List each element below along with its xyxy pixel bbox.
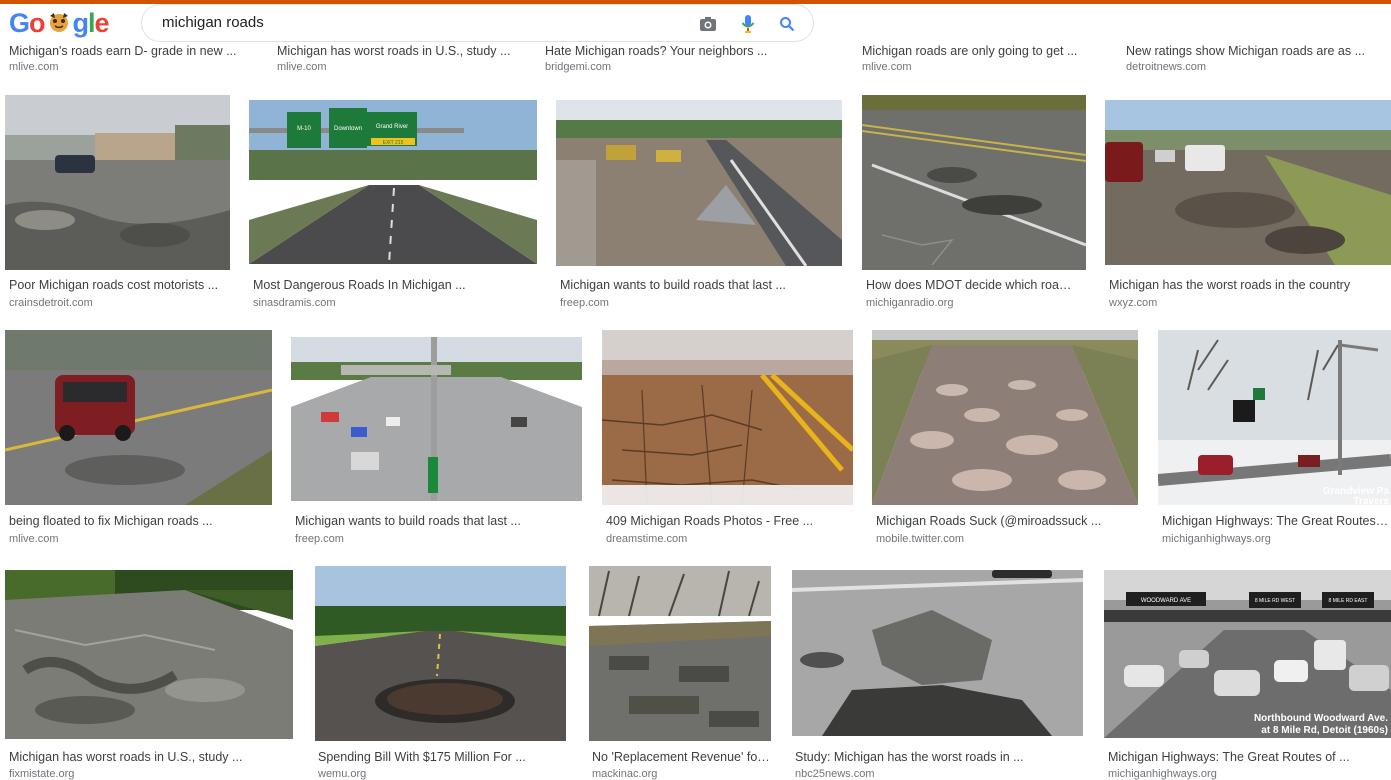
result-title[interactable]: Michigan Highways: The Great Routes of .… [1162, 514, 1391, 528]
logo-letter: o [29, 8, 45, 38]
result-source[interactable]: detroitnews.com [1126, 61, 1206, 73]
result-title[interactable]: Michigan has worst roads in U.S., study … [277, 44, 517, 58]
logo-letter: G [9, 8, 30, 38]
result-image[interactable] [556, 100, 842, 266]
result-title[interactable]: Michigan wants to build roads that last … [560, 278, 790, 292]
result-source[interactable]: crainsdetroit.com [9, 297, 93, 309]
result-title[interactable]: Michigan Highways: The Great Routes of .… [1108, 750, 1378, 764]
header: Go gle michigan roads [0, 4, 1391, 44]
result-source[interactable]: mobile.twitter.com [876, 533, 964, 545]
result-source[interactable]: fixmistate.org [9, 768, 74, 780]
result-source[interactable]: mackinac.org [592, 768, 657, 780]
result-image[interactable] [872, 330, 1138, 505]
svg-text:at 8 Mile Rd, Detoit (1960s): at 8 Mile Rd, Detoit (1960s) [1261, 725, 1388, 736]
result-source[interactable]: mlive.com [277, 61, 327, 73]
result-source[interactable]: mlive.com [9, 533, 59, 545]
result-source[interactable]: freep.com [560, 297, 609, 309]
result-title[interactable]: Michigan's roads earn D- grade in new ..… [9, 44, 239, 58]
svg-text:8 MILE RD WEST: 8 MILE RD WEST [1255, 598, 1295, 604]
result-title[interactable]: Most Dangerous Roads In Michigan ... [253, 278, 483, 292]
result-title[interactable]: Hate Michigan roads? Your neighbors ... [545, 44, 785, 58]
result-title[interactable]: Poor Michigan roads cost motorists ... [9, 278, 229, 292]
logo-letter: e [94, 8, 110, 38]
doodle-icon [45, 11, 73, 35]
svg-text:Travers: Travers [1353, 496, 1389, 505]
result-image[interactable] [5, 330, 272, 505]
result-source[interactable]: michiganradio.org [866, 297, 953, 309]
microphone-icon[interactable] [736, 12, 760, 36]
result-source[interactable]: sinasdramis.com [253, 297, 336, 309]
search-box[interactable]: michigan roads [141, 4, 814, 42]
result-title[interactable]: Michigan has the worst roads in the coun… [1109, 278, 1379, 292]
result-title[interactable]: Michigan Roads Suck (@miroadssuck ... [876, 514, 1136, 528]
result-title[interactable]: New ratings show Michigan roads are as .… [1126, 44, 1376, 58]
svg-text:EXIT 215: EXIT 215 [383, 140, 404, 146]
result-source[interactable]: wemu.org [318, 768, 366, 780]
result-image[interactable] [862, 95, 1086, 270]
result-source[interactable]: bridgemi.com [545, 61, 611, 73]
result-image[interactable] [5, 95, 230, 270]
result-image[interactable] [5, 570, 293, 739]
svg-text:Northbound Woodward Ave.: Northbound Woodward Ave. [1254, 713, 1388, 724]
result-image[interactable] [589, 566, 771, 741]
svg-text:Downtown: Downtown [334, 126, 362, 132]
result-title[interactable]: How does MDOT decide which roads t... [866, 278, 1078, 292]
result-source[interactable]: michiganhighways.org [1162, 533, 1271, 545]
svg-text:8 MILE RD EAST: 8 MILE RD EAST [1329, 598, 1368, 604]
svg-text:WOODWARD AVE: WOODWARD AVE [1141, 598, 1191, 604]
logo-letter: g [72, 8, 89, 38]
result-title[interactable]: Spending Bill With $175 Million For ... [318, 750, 568, 764]
search-icon[interactable] [775, 12, 799, 36]
camera-icon[interactable] [696, 12, 720, 36]
result-image[interactable] [315, 566, 566, 741]
search-input[interactable]: michigan roads [162, 14, 264, 31]
result-source[interactable]: wxyz.com [1109, 297, 1157, 309]
result-source[interactable]: freep.com [295, 533, 344, 545]
result-source[interactable]: mlive.com [862, 61, 912, 73]
result-title[interactable]: Michigan has worst roads in U.S., study … [9, 750, 289, 764]
result-source[interactable]: nbc25news.com [795, 768, 875, 780]
result-title[interactable]: Michigan roads are only going to get ... [862, 44, 1092, 58]
google-doodle-logo[interactable]: Go gle [9, 8, 110, 39]
result-image[interactable] [792, 570, 1083, 736]
result-source[interactable]: dreamstime.com [606, 533, 687, 545]
svg-text:Grand River: Grand River [376, 124, 408, 130]
result-image[interactable]: WOODWARD AVE 8 MILE RD WEST 8 MILE RD EA… [1104, 570, 1391, 738]
result-source[interactable]: michiganhighways.org [1108, 768, 1217, 780]
result-title[interactable]: 409 Michigan Roads Photos - Free ... [606, 514, 846, 528]
svg-text:M-10: M-10 [297, 126, 311, 132]
result-title[interactable]: Michigan wants to build roads that last … [295, 514, 555, 528]
result-image[interactable] [1105, 100, 1391, 265]
result-title[interactable]: Study: Michigan has the worst roads in .… [795, 750, 1055, 764]
result-image[interactable] [291, 337, 582, 501]
result-title[interactable]: being floated to fix Michigan roads ... [9, 514, 269, 528]
result-image[interactable]: Grandview Pa Travers [1158, 330, 1391, 505]
result-image[interactable]: M-10 Downtown Grand River EXIT 215 [249, 100, 537, 264]
top-partial-row: Michigan's roads earn D- grade in new ..… [0, 44, 1391, 80]
result-source[interactable]: mlive.com [9, 61, 59, 73]
result-title[interactable]: No 'Replacement Revenue' for ... [592, 750, 772, 764]
result-image[interactable] [602, 330, 853, 505]
